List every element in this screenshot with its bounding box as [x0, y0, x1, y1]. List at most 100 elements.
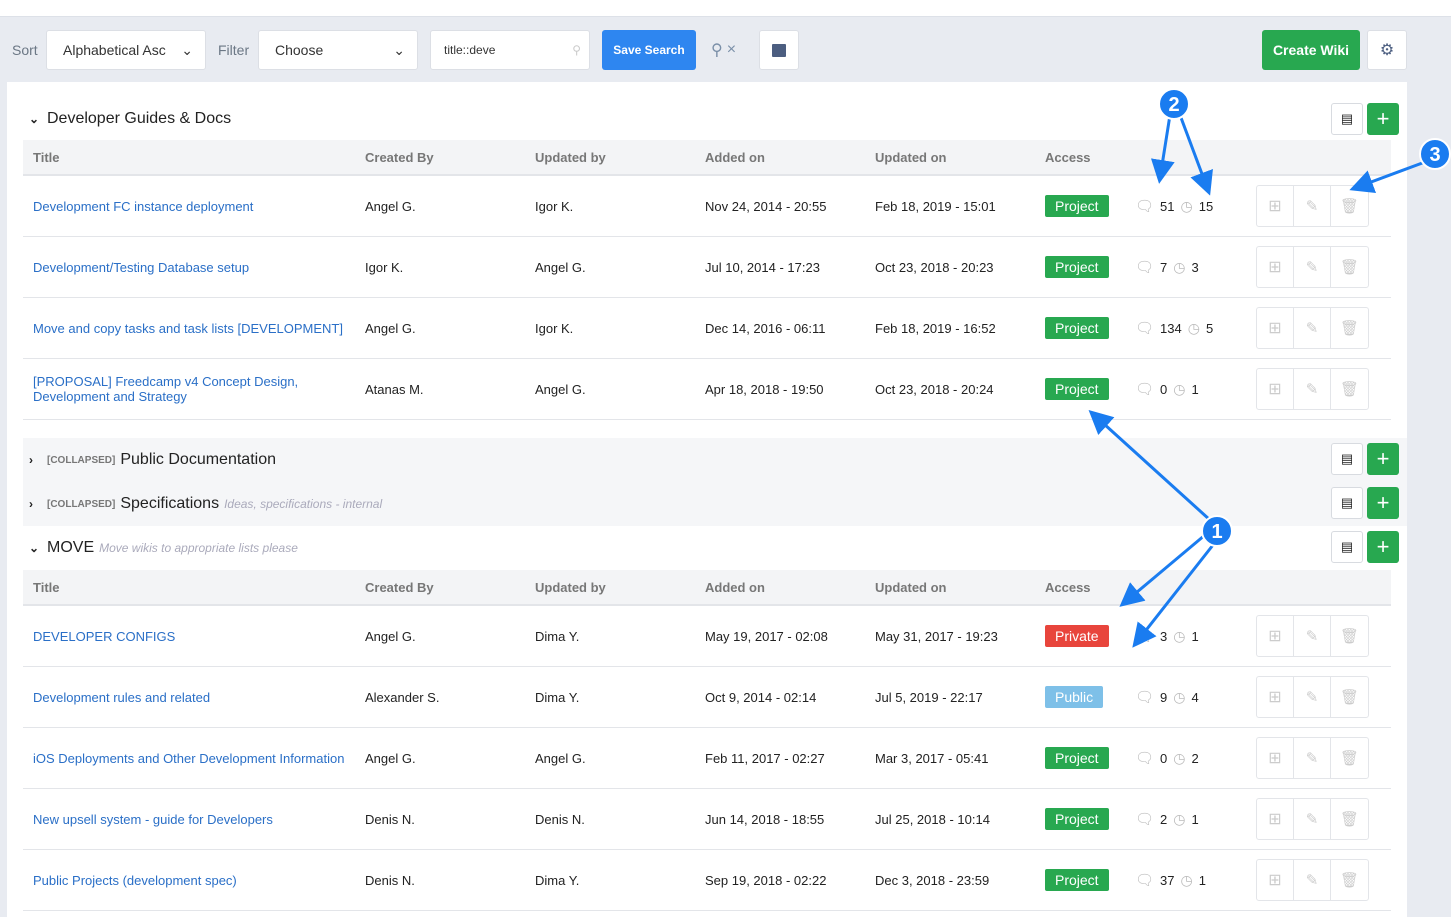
wiki-title-link[interactable]: New upsell system - guide for Developers — [23, 812, 365, 827]
trash-icon[interactable]: 🗑 — [1331, 247, 1368, 287]
list-view-button[interactable]: ▤ — [1331, 531, 1363, 563]
trash-icon[interactable]: 🗑 — [1331, 799, 1368, 839]
added-on: May 19, 2017 - 02:08 — [705, 628, 828, 644]
settings-button[interactable]: ⚙ — [1367, 30, 1407, 70]
history-icon[interactable]: ◷ — [1173, 628, 1185, 645]
trash-icon[interactable]: 🗑 — [1331, 738, 1368, 778]
column-header-title[interactable]: Title — [23, 580, 365, 595]
history-icon[interactable]: ◷ — [1181, 872, 1193, 889]
add-subpage-icon[interactable]: ⊞ — [1257, 308, 1294, 348]
pencil-icon[interactable]: ✎ — [1294, 738, 1331, 778]
wiki-title-link[interactable]: Development/Testing Database setup — [23, 260, 365, 275]
trash-icon[interactable]: 🗑 — [1331, 860, 1368, 900]
add-subpage-icon[interactable]: ⊞ — [1257, 369, 1294, 409]
history-icon[interactable]: ◷ — [1188, 320, 1200, 337]
add-subpage-icon[interactable]: ⊞ — [1257, 860, 1294, 900]
clear-icon[interactable]: × — [727, 41, 736, 59]
comment-icon[interactable]: 🗨 — [1135, 810, 1154, 828]
comment-icon[interactable]: 🗨 — [1135, 688, 1154, 706]
sort-select[interactable]: Alphabetical Asc ⌄ — [46, 30, 206, 70]
history-icon[interactable]: ◷ — [1181, 198, 1193, 215]
column-header-created_by[interactable]: Created By — [365, 150, 535, 165]
updated-by: Angel G. — [535, 381, 586, 397]
column-header-access[interactable]: Access — [1045, 580, 1135, 595]
comment-icon[interactable]: 🗨 — [1135, 258, 1154, 276]
section-header[interactable]: › [COLLAPSED] Public Documentation — [23, 438, 1407, 482]
add-subpage-icon[interactable]: ⊞ — [1257, 738, 1294, 778]
trash-icon[interactable]: 🗑 — [1331, 677, 1368, 717]
saved-searches-button[interactable] — [759, 30, 799, 70]
filter-select[interactable]: Choose ⌄ — [258, 30, 418, 70]
access-badge: Project — [1045, 317, 1109, 339]
add-wiki-button[interactable]: + — [1367, 531, 1399, 563]
add-wiki-button[interactable]: + — [1367, 103, 1399, 135]
wiki-title-link[interactable]: Public Projects (development spec) — [23, 873, 365, 888]
column-header-updated_by[interactable]: Updated by — [535, 150, 705, 165]
add-subpage-icon[interactable]: ⊞ — [1257, 247, 1294, 287]
section-header[interactable]: ⌄ Developer Guides & Docs — [23, 97, 1407, 141]
comment-icon[interactable]: 🗨 — [1135, 749, 1154, 767]
search-icon: ⚲ — [572, 43, 581, 57]
pencil-icon[interactable]: ✎ — [1294, 799, 1331, 839]
add-subpage-icon[interactable]: ⊞ — [1257, 616, 1294, 656]
search-input[interactable]: title::deve ⚲ — [430, 30, 590, 70]
search-icon[interactable]: ⚲ — [711, 40, 723, 60]
column-header-added_on[interactable]: Added on — [705, 150, 875, 165]
pencil-icon[interactable]: ✎ — [1294, 247, 1331, 287]
list-view-button[interactable]: ▤ — [1331, 487, 1363, 519]
add-subpage-icon[interactable]: ⊞ — [1257, 799, 1294, 839]
comment-icon[interactable]: 🗨 — [1135, 380, 1154, 398]
row-actions: ⊞ ✎ 🗑 — [1256, 307, 1369, 349]
comment-icon[interactable]: 🗨 — [1135, 197, 1154, 215]
list-view-button[interactable]: ▤ — [1331, 443, 1363, 475]
table-row: iOS Deployments and Other Development In… — [23, 728, 1391, 789]
add-subpage-icon[interactable]: ⊞ — [1257, 677, 1294, 717]
wiki-title-link[interactable]: [PROPOSAL] Freedcamp v4 Concept Design, … — [23, 374, 365, 404]
history-icon[interactable]: ◷ — [1173, 811, 1185, 828]
column-header-access[interactable]: Access — [1045, 150, 1135, 165]
comment-icon[interactable]: 🗨 — [1135, 871, 1154, 889]
pencil-icon[interactable]: ✎ — [1294, 860, 1331, 900]
wiki-title-link[interactable]: Development rules and related — [23, 690, 365, 705]
history-icon[interactable]: ◷ — [1173, 259, 1185, 276]
add-subpage-icon[interactable]: ⊞ — [1257, 186, 1294, 226]
section-subtitle: Ideas, specifications - internal — [224, 497, 383, 511]
save-search-button[interactable]: Save Search — [602, 30, 696, 70]
wiki-title-link[interactable]: DEVELOPER CONFIGS — [23, 629, 365, 644]
column-header-title[interactable]: Title — [23, 150, 365, 165]
section-header[interactable]: ⌄ MOVE Move wikis to appropriate lists p… — [23, 526, 1407, 570]
filter-label: Filter — [218, 42, 250, 58]
column-header-updated_on[interactable]: Updated on — [875, 150, 1045, 165]
add-wiki-button[interactable]: + — [1367, 487, 1399, 519]
pencil-icon[interactable]: ✎ — [1294, 616, 1331, 656]
wiki-title-link[interactable]: iOS Deployments and Other Development In… — [23, 751, 365, 766]
wiki-title-link[interactable]: Move and copy tasks and task lists [DEVE… — [23, 321, 365, 336]
column-header-updated_on[interactable]: Updated on — [875, 580, 1045, 595]
trash-icon[interactable]: 🗑 — [1331, 186, 1368, 226]
column-header-added_on[interactable]: Added on — [705, 580, 875, 595]
trash-icon[interactable]: 🗑 — [1331, 369, 1368, 409]
table-header: Title Created By Updated by Added on Updated… — [23, 570, 1391, 606]
pencil-icon[interactable]: ✎ — [1294, 308, 1331, 348]
history-icon[interactable]: ◷ — [1173, 689, 1185, 706]
comment-icon[interactable]: 🗨 — [1135, 627, 1154, 645]
history-icon[interactable]: ◷ — [1173, 750, 1185, 767]
history-icon[interactable]: ◷ — [1173, 381, 1185, 398]
section-header[interactable]: › [COLLAPSED] Specifications Ideas, spec… — [23, 482, 1407, 526]
column-header-updated_by[interactable]: Updated by — [535, 580, 705, 595]
add-wiki-button[interactable]: + — [1367, 443, 1399, 475]
comment-icon[interactable]: 🗨 — [1135, 319, 1154, 337]
added-on: Nov 24, 2014 - 20:55 — [705, 198, 827, 214]
pencil-icon[interactable]: ✎ — [1294, 677, 1331, 717]
pencil-icon[interactable]: ✎ — [1294, 369, 1331, 409]
trash-icon[interactable]: 🗑 — [1331, 308, 1368, 348]
list-view-button[interactable]: ▤ — [1331, 103, 1363, 135]
column-header-created_by[interactable]: Created By — [365, 580, 535, 595]
create-wiki-button[interactable]: Create Wiki — [1262, 30, 1360, 70]
pencil-icon[interactable]: ✎ — [1294, 186, 1331, 226]
row-actions: ⊞ ✎ 🗑 — [1256, 246, 1369, 288]
chevron-down-icon: ⌄ — [393, 41, 405, 58]
section-title: MOVE — [47, 539, 95, 556]
trash-icon[interactable]: 🗑 — [1331, 616, 1368, 656]
wiki-title-link[interactable]: Development FC instance deployment — [23, 199, 365, 214]
